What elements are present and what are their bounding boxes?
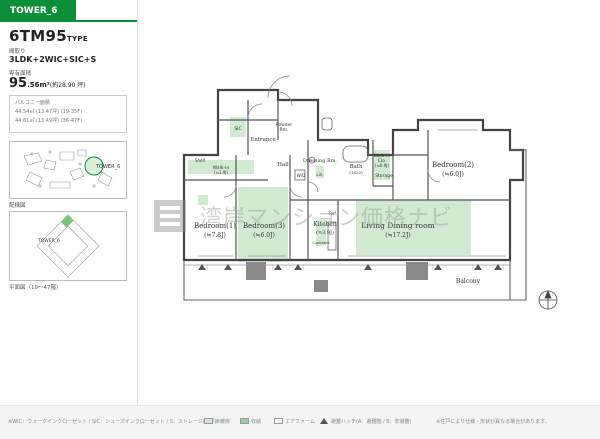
floor-plan-tower-label: TOWER_6 xyxy=(37,238,60,244)
wd-label: W/D xyxy=(297,173,305,178)
legend-floor-label: 床暖房 xyxy=(215,419,231,425)
bedroom2-size: (≒6.0J) xyxy=(442,171,464,178)
outdoor-unit-3 xyxy=(314,280,328,292)
floor-plan-label: 平面図（19〜47階） xyxy=(9,285,62,291)
legend-ac-label: エアファーム xyxy=(285,419,315,425)
madori-label: 間取り xyxy=(9,49,26,55)
key-plan-drawing: TOWER_6 xyxy=(23,149,120,189)
footer-legend: ※WIC：ウォークインクローゼット / SIC：シューズインクローゼット / S… xyxy=(0,405,600,439)
outdoor-unit-1 xyxy=(246,262,266,280)
legend-floor-swatch xyxy=(204,418,213,424)
north-arrow-icon xyxy=(538,289,558,310)
bedroom2-label: Bedroom(2) xyxy=(432,161,474,169)
legend-hatch-icon xyxy=(320,418,328,424)
footer-note: ※住戸により仕様・形状が異なる場合があります。 xyxy=(436,419,550,425)
footer-abbrev: ※WIC：ウォークインクローゼット / SIC：シューズインクローゼット / S… xyxy=(8,419,217,425)
floor-plan-mini[interactable]: TOWER_6 xyxy=(9,211,127,281)
area-integer: 95 xyxy=(9,76,28,91)
type-code: 6TM95 xyxy=(9,27,67,45)
type-suffix: TYPE xyxy=(66,35,88,43)
dressing-label: Dressing Rm. xyxy=(303,158,338,164)
legend-storage-label: 収納 xyxy=(251,419,262,425)
area-tsubo: (約28.90 坪) xyxy=(49,82,86,89)
watermark-logo-icon xyxy=(154,200,186,232)
balcony-label: Balcony xyxy=(456,278,481,285)
key-plan-label: 配棟図 xyxy=(9,203,26,209)
unit-highlight xyxy=(60,214,74,228)
tower-tab[interactable]: TOWER_6 xyxy=(0,0,76,22)
floor-plan-mini-drawing: TOWER_6 xyxy=(36,214,100,278)
entrance-label: Entrance xyxy=(250,137,276,143)
type-name: 6TM95TYPE xyxy=(9,27,88,45)
hall-label: Hall xyxy=(277,162,289,168)
key-plan-tower-label: TOWER_6 xyxy=(95,164,120,170)
balcony-area-box: バルコニー面積 44.54㎡ (13.47坪) (19-35F) 44.61㎡ … xyxy=(9,95,127,133)
watermark: 湾岸マンション価格ナビ xyxy=(150,198,460,234)
outdoor-unit-2 xyxy=(406,262,428,280)
area-decimal: .56m² xyxy=(27,81,50,89)
balcony-area-title: バルコニー面積 xyxy=(15,100,50,106)
sic-label: SIC xyxy=(234,126,241,132)
area-value: 95.56m²(約28.90 坪) xyxy=(9,76,86,91)
bath-size: (1620) xyxy=(349,170,363,175)
tab-underline xyxy=(76,20,137,22)
info-panel: TOWER_6 6TM95TYPE 間取り 3LDK+2WIC+SIC+S 専有… xyxy=(0,0,137,405)
legend-storage-swatch xyxy=(240,418,249,424)
legend-hatch-label: 避難ハッチ(A：避難階 / B：非避難) xyxy=(331,419,412,425)
toilet xyxy=(321,117,333,131)
walkin1-size: (≒1.9J) xyxy=(214,170,228,175)
balcony-area-low: 44.54㎡ (13.47坪) (19-35F) xyxy=(15,109,83,115)
cupboard-label: Cupboard xyxy=(313,241,330,245)
key-plan-map[interactable]: TOWER_6 xyxy=(9,141,127,199)
lin-label: Lin. xyxy=(316,172,323,177)
walkin2-size: (≒0.9J) xyxy=(375,163,389,168)
storage-label: Storage xyxy=(375,173,393,179)
shelf-label: Shelf xyxy=(195,158,206,163)
legend-ac-swatch xyxy=(274,418,283,424)
madori-value: 3LDK+2WIC+SIC+S xyxy=(9,55,97,64)
balcony-area-high: 44.61㎡ (13.49坪) (36-47F) xyxy=(15,118,83,124)
powder-rm-label: Rm. xyxy=(280,127,289,133)
watermark-text: 湾岸マンション価格ナビ xyxy=(200,206,454,231)
bathtub xyxy=(342,145,369,163)
